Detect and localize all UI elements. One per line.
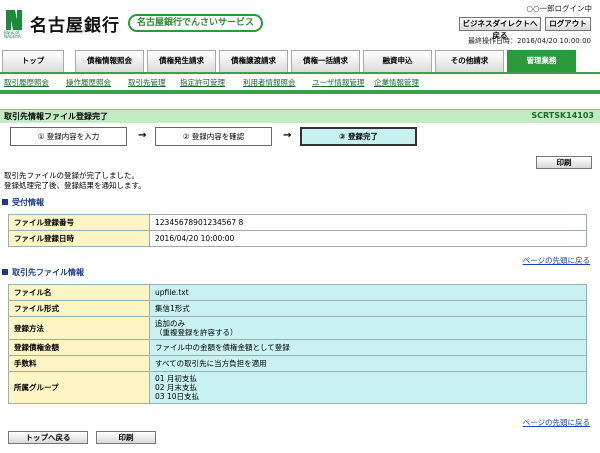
fee-label: 手数料 — [8, 355, 150, 372]
reception-info-table: ファイル登録番号 12345678901234567 8 ファイル登録日時 20… — [8, 214, 587, 247]
file-info-heading: 取引先ファイル情報 — [2, 267, 84, 278]
reg-method-line-1: 追加のみ — [155, 319, 185, 328]
group-line-1: 01 月初支払 — [155, 374, 197, 383]
table-row: ファイル名 upfile.txt — [8, 284, 587, 301]
subnav-company-info-management[interactable]: 企業情報管理 — [374, 77, 419, 88]
service-name-badge: 名古屋銀行でんさいサービス — [128, 14, 263, 32]
subnav-transaction-history[interactable]: 取引履歴照会 — [4, 77, 49, 88]
group-label: 所属グループ — [8, 371, 150, 404]
table-row: 手数料 すべての取引先に当方負担を適用 — [8, 355, 587, 372]
page-title-bar: 取引先情報ファイル登録完了 SCRTSK14103 — [0, 109, 600, 123]
group-line-3: 03 10日支払 — [155, 392, 199, 401]
file-name-label: ファイル名 — [8, 284, 150, 301]
square-bullet-icon — [2, 268, 8, 275]
print-button-bottom[interactable]: 印刷 — [96, 431, 156, 444]
tab-other-request[interactable]: その他請求 — [435, 50, 504, 72]
reception-info-heading: 受付情報 — [2, 197, 44, 208]
tab-management[interactable]: 管理業務 — [507, 50, 576, 73]
bank-logo-icon — [6, 10, 22, 30]
subnav-user-info-management[interactable]: ユーザ情報管理 — [312, 77, 364, 88]
page-top-link-1[interactable]: ページの先頭に戻る — [523, 255, 590, 266]
tab-claim-issue[interactable]: 債権発生請求 — [147, 50, 216, 72]
file-reg-datetime-label: ファイル登録日時 — [8, 230, 150, 247]
subnav-partner-management[interactable]: 取引先管理 — [128, 77, 166, 88]
screen-code: SCRTSK14103 — [531, 111, 594, 120]
subnav-user-info-inquiry[interactable]: 利用者情報照会 — [243, 77, 296, 88]
subnav-bar: 取引履歴照会 操作履歴照会 取引先管理 指定許可管理 利用者情報照会 ユーザ情報… — [0, 72, 600, 94]
table-row: 登録債権金額 ファイル中の金額を債権金額として登録 — [8, 339, 587, 356]
file-format-label: ファイル形式 — [8, 300, 150, 317]
reception-heading-text: 受付情報 — [12, 198, 44, 207]
step-arrow: → — [283, 130, 292, 141]
table-row: ファイル形式 集信1形式 — [8, 300, 587, 317]
print-button-top[interactable]: 印刷 — [536, 156, 592, 169]
table-row: ファイル登録番号 12345678901234567 8 — [8, 214, 587, 231]
completion-message: 取引先ファイルの登録が完了しました。 登録処理完了後、登録結果を通知します。 — [4, 171, 146, 191]
file-format-value: 集信1形式 — [149, 300, 587, 317]
group-value: 01 月初支払 02 月末支払 03 10日支払 — [149, 371, 587, 404]
message-line-1: 取引先ファイルの登録が完了しました。 — [4, 171, 139, 180]
last-operation-time: 最終操作日時：2016/04/20 10:00:00 — [467, 37, 591, 45]
file-reg-datetime-value: 2016/04/20 10:00:00 — [149, 230, 587, 247]
reg-method-line-2: （重複登録を許容する） — [155, 328, 238, 337]
claim-amount-label: 登録債権金額 — [8, 339, 150, 356]
file-reg-number-label: ファイル登録番号 — [8, 214, 150, 231]
business-direct-button[interactable]: ビジネスダイレクトへ戻る — [459, 17, 541, 40]
page-title: 取引先情報ファイル登録完了 — [4, 112, 108, 121]
logo-subtext: Bank of NAGOYA — [4, 30, 21, 39]
header: Bank of NAGOYA 名古屋銀行 名古屋銀行でんさいサービス ○○一郎ロ… — [0, 0, 600, 48]
tab-claim-batch[interactable]: 債権一括請求 — [291, 50, 360, 72]
step-input: ① 登録内容を入力 — [10, 127, 127, 146]
reg-method-value: 追加のみ （重複登録を許容する） — [149, 316, 587, 340]
page-top-link-2[interactable]: ページの先頭に戻る — [523, 417, 590, 428]
subnav-permission-management[interactable]: 指定許可管理 — [180, 77, 225, 88]
back-to-top-button[interactable]: トップへ戻る — [8, 431, 88, 444]
main-tabs: トップ 債権情報照会 債権発生請求 債権譲渡請求 債権一括請求 融資申込 その他… — [0, 50, 600, 73]
table-row: 所属グループ 01 月初支払 02 月末支払 03 10日支払 — [8, 371, 587, 404]
file-info-heading-text: 取引先ファイル情報 — [12, 268, 84, 277]
tab-financing[interactable]: 融資申込 — [363, 50, 432, 72]
user-login-status: ○○一郎ログイン中 — [526, 4, 592, 13]
claim-amount-value: ファイル中の金額を債権金額として登録 — [149, 339, 587, 356]
reg-method-label: 登録方法 — [8, 316, 150, 340]
square-bullet-icon — [2, 198, 8, 205]
file-name-value: upfile.txt — [149, 284, 587, 301]
message-line-2: 登録処理完了後、登録結果を通知します。 — [4, 181, 146, 190]
logout-button[interactable]: ログアウト — [545, 17, 591, 31]
bank-name: 名古屋銀行 — [30, 16, 120, 36]
table-row: ファイル登録日時 2016/04/20 10:00:00 — [8, 230, 587, 247]
table-row: 登録方法 追加のみ （重複登録を許容する） — [8, 316, 587, 340]
subnav-operation-history[interactable]: 操作履歴照会 — [66, 77, 111, 88]
tab-top[interactable]: トップ — [2, 50, 64, 72]
step-confirm: ② 登録内容を確認 — [155, 127, 272, 146]
file-info-table: ファイル名 upfile.txt ファイル形式 集信1形式 登録方法 追加のみ … — [8, 284, 587, 404]
tab-claim-transfer[interactable]: 債権譲渡請求 — [219, 50, 288, 72]
subnav-row: 取引履歴照会 操作履歴照会 取引先管理 指定許可管理 利用者情報照会 ユーザ情報… — [0, 74, 600, 90]
tab-claim-inquiry[interactable]: 債権情報照会 — [75, 50, 144, 72]
step-arrow: → — [138, 130, 147, 141]
fee-value: すべての取引先に当方負担を適用 — [149, 355, 587, 372]
step-complete: ③ 登録完了 — [300, 127, 417, 146]
file-reg-number-value: 12345678901234567 8 — [149, 214, 587, 231]
group-line-2: 02 月末支払 — [155, 383, 197, 392]
